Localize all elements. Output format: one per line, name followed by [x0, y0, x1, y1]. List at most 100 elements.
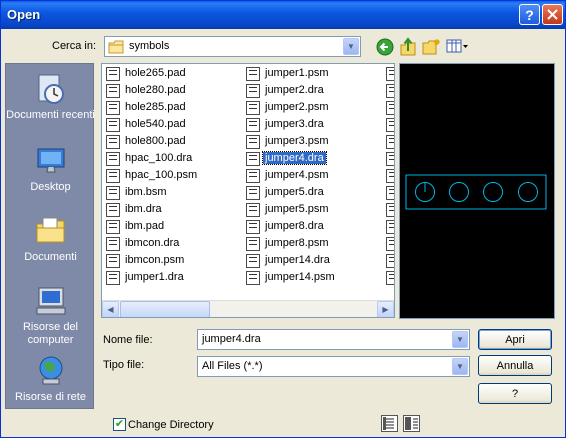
- title-bar[interactable]: Open ?: [1, 1, 565, 29]
- cancel-button[interactable]: Annulla: [478, 355, 552, 376]
- open-button[interactable]: Apri: [478, 329, 552, 350]
- file-icon: [246, 169, 260, 183]
- file-item[interactable]: hpac_100.psm: [105, 168, 199, 185]
- file-name: jumper5.psm: [265, 203, 329, 215]
- file-list[interactable]: hole265.pad hole280.pad hole285.pad hole540…: [101, 63, 395, 318]
- close-button[interactable]: [542, 4, 563, 25]
- file-item-partial[interactable]: [385, 100, 394, 117]
- scroll-left-icon[interactable]: ◀: [102, 301, 119, 317]
- file-item-partial[interactable]: [385, 134, 394, 151]
- folder-icon: [108, 40, 124, 54]
- scrollbar-thumb[interactable]: [120, 301, 210, 317]
- file-item[interactable]: jumper3.dra: [245, 117, 337, 134]
- file-icon: [386, 118, 394, 132]
- file-item[interactable]: jumper1.psm: [245, 66, 337, 83]
- file-item[interactable]: ibmcon.psm: [105, 253, 199, 270]
- symbol-preview: [399, 63, 555, 319]
- file-name: jumper3.psm: [265, 135, 329, 147]
- file-item-partial[interactable]: [385, 151, 394, 168]
- file-item[interactable]: jumper14.psm: [245, 270, 337, 287]
- places-bar: Documenti recenti Desktop Documenti Riso…: [5, 63, 95, 409]
- change-directory-checkbox[interactable]: ✔: [113, 418, 126, 431]
- change-directory-label[interactable]: Change Directory: [128, 419, 214, 431]
- file-item-partial[interactable]: [385, 270, 394, 287]
- file-item-partial[interactable]: [385, 219, 394, 236]
- file-item[interactable]: hole280.pad: [105, 83, 199, 100]
- view-menu-button[interactable]: [446, 38, 470, 55]
- file-name: jumper4.dra: [262, 151, 327, 165]
- file-item-partial[interactable]: [385, 117, 394, 134]
- file-item[interactable]: ibm.dra: [105, 202, 199, 219]
- file-icon: [246, 118, 260, 132]
- file-icon: [246, 152, 260, 166]
- file-item-partial[interactable]: [385, 202, 394, 219]
- file-item[interactable]: jumper5.psm: [245, 202, 337, 219]
- file-item[interactable]: jumper8.dra: [245, 219, 337, 236]
- file-icon: [246, 220, 260, 234]
- help-button[interactable]: ?: [478, 383, 552, 404]
- file-item[interactable]: jumper4.dra: [245, 151, 337, 168]
- file-name: ibm.dra: [125, 203, 162, 215]
- file-type-dropdown[interactable]: All Files (*.*) ▼: [197, 356, 470, 377]
- file-item[interactable]: ibmcon.dra: [105, 236, 199, 253]
- file-icon: [386, 101, 394, 115]
- file-item-partial[interactable]: [385, 185, 394, 202]
- file-item-partial[interactable]: [385, 236, 394, 253]
- chevron-down-icon[interactable]: ▼: [452, 358, 468, 375]
- file-icon: [106, 67, 120, 81]
- open-dialog: Open ? Cerca in: symbols ▼ Documenti rec…: [0, 0, 566, 438]
- look-in-dropdown[interactable]: symbols ▼: [104, 36, 361, 57]
- file-item[interactable]: hole540.pad: [105, 117, 199, 134]
- file-item-partial[interactable]: [385, 83, 394, 100]
- file-icon: [246, 203, 260, 217]
- chevron-down-icon[interactable]: ▼: [452, 331, 468, 348]
- place-my-computer[interactable]: Risorse del computer: [6, 284, 95, 347]
- horizontal-scrollbar[interactable]: ◀ ▶: [102, 300, 394, 317]
- file-name: jumper3.dra: [265, 118, 324, 130]
- place-desktop[interactable]: Desktop: [6, 144, 95, 194]
- file-item[interactable]: jumper14.dra: [245, 253, 337, 270]
- window-title: Open: [7, 7, 41, 22]
- title-help-button[interactable]: ?: [519, 4, 540, 25]
- file-item[interactable]: jumper1.dra: [105, 270, 199, 287]
- file-item[interactable]: jumper5.dra: [245, 185, 337, 202]
- place-recent-documents[interactable]: Documenti recenti: [6, 72, 95, 122]
- place-documents[interactable]: Documenti: [6, 214, 95, 264]
- view-menu-icon: [446, 39, 468, 53]
- look-in-label: Cerca in:: [52, 40, 97, 52]
- preview-on-button[interactable]: [403, 415, 420, 432]
- scroll-right-icon[interactable]: ▶: [377, 301, 394, 317]
- place-network[interactable]: Risorse di rete: [6, 354, 95, 404]
- file-icon: [386, 152, 394, 166]
- file-item[interactable]: jumper2.dra: [245, 83, 337, 100]
- file-icon: [106, 169, 120, 183]
- preview-off-button[interactable]: [381, 415, 398, 432]
- file-item[interactable]: hole800.pad: [105, 134, 199, 151]
- file-item-partial[interactable]: [385, 253, 394, 270]
- file-item[interactable]: hole285.pad: [105, 100, 199, 117]
- chevron-down-icon[interactable]: ▼: [343, 38, 359, 55]
- desktop-icon: [37, 148, 64, 173]
- file-icon: [106, 135, 120, 149]
- file-item[interactable]: hpac_100.dra: [105, 151, 199, 168]
- file-icon: [106, 237, 120, 251]
- back-icon[interactable]: [376, 38, 394, 56]
- file-item[interactable]: jumper2.psm: [245, 100, 337, 117]
- file-name: jumper8.dra: [265, 220, 324, 232]
- file-item[interactable]: jumper3.psm: [245, 134, 337, 151]
- file-icon: [246, 271, 260, 285]
- file-item-partial[interactable]: [385, 168, 394, 185]
- file-name: ibm.pad: [125, 220, 165, 232]
- up-folder-icon[interactable]: [399, 37, 417, 56]
- file-item-partial[interactable]: [385, 66, 394, 83]
- file-item[interactable]: jumper8.psm: [245, 236, 337, 253]
- file-icon: [106, 101, 120, 115]
- file-name: ibm.bsm: [125, 186, 167, 198]
- file-item[interactable]: ibm.pad: [105, 219, 199, 236]
- file-item[interactable]: jumper4.psm: [245, 168, 337, 185]
- file-icon: [106, 203, 120, 217]
- file-item[interactable]: ibm.bsm: [105, 185, 199, 202]
- file-item[interactable]: hole265.pad: [105, 66, 199, 83]
- new-folder-icon[interactable]: [422, 38, 441, 56]
- file-name-input[interactable]: jumper4.dra ▼: [197, 329, 470, 350]
